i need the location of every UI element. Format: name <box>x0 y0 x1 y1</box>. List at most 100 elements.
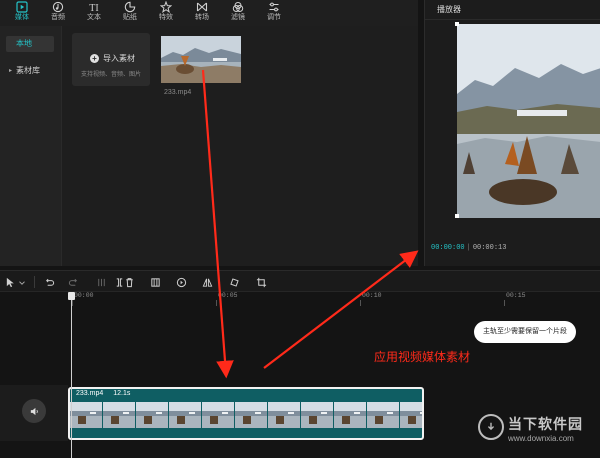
media-thumbnail[interactable] <box>161 36 241 83</box>
tab-audio-label: 音频 <box>51 14 65 21</box>
timeline-toolbar <box>0 270 600 292</box>
resize-handle[interactable] <box>455 22 459 26</box>
media-sidebar: 本地 ▸ 素材库 <box>0 26 62 266</box>
playhead[interactable] <box>71 292 72 458</box>
import-label: 导入素材 <box>103 54 135 63</box>
watermark-title: 当下软件园 <box>508 416 583 432</box>
ruler-label: 00:15 <box>506 292 526 299</box>
clip-frame <box>103 402 135 428</box>
transition-icon <box>195 1 209 13</box>
effects-icon <box>159 1 173 13</box>
import-media-button[interactable]: + 导入素材 支持视频、音频、图片 <box>72 33 150 86</box>
clip-duration: 12.1s <box>113 390 131 397</box>
clip-name: 233.mp4 <box>76 390 104 397</box>
chevron-down-icon <box>19 280 25 285</box>
clip-frame <box>70 402 102 428</box>
tooltip: 主轨至少需要保留一个片段 <box>474 321 576 343</box>
mute-track-button[interactable] <box>22 399 46 423</box>
tab-transition[interactable]: 转场 <box>184 0 220 26</box>
ruler-tick <box>72 300 73 306</box>
clip-frame <box>235 402 267 428</box>
player-panel: 播放器 00:00:00 | 00:00:13 <box>424 0 600 266</box>
top-toolbar: 媒体 音频 TI 文本 贴纸 特效 转场 滤镜 调节 <box>0 0 418 26</box>
current-time: 00:00:00 <box>431 244 465 252</box>
mirror-icon <box>202 278 212 287</box>
clip-meta: 233.mp4 12.1s <box>76 390 130 397</box>
tab-sticker-label: 贴纸 <box>123 14 137 21</box>
tab-audio[interactable]: 音频 <box>40 0 76 26</box>
tab-effects[interactable]: 特效 <box>148 0 184 26</box>
annotation-label: 应用视频媒体素材 <box>374 350 471 364</box>
reverse-icon <box>176 277 186 287</box>
mirror-button[interactable] <box>200 275 214 289</box>
select-tool-button[interactable] <box>3 275 17 289</box>
sidebar-item-label: 本地 <box>16 39 32 48</box>
time-ruler[interactable]: 00:00 00:05 00:10 00:15 <box>62 292 600 306</box>
cursor-icon <box>6 277 14 287</box>
tab-adjust[interactable]: 调节 <box>256 0 292 26</box>
rotate-button[interactable] <box>227 275 241 289</box>
video-preview[interactable] <box>455 22 600 218</box>
tab-media[interactable]: 媒体 <box>4 0 40 26</box>
video-clip[interactable]: 233.mp4 12.1s <box>68 387 424 440</box>
clip-frame <box>202 402 234 428</box>
tab-transition-label: 转场 <box>195 14 209 21</box>
watermark-url: www.downxia.com <box>508 434 574 443</box>
sidebar-item-label: 素材库 <box>16 66 40 75</box>
tab-sticker[interactable]: 贴纸 <box>112 0 148 26</box>
freeze-frame-button[interactable] <box>148 275 162 289</box>
filter-icon <box>231 1 245 13</box>
plus-icon: + <box>90 54 99 63</box>
tab-text-label: 文本 <box>87 14 101 21</box>
rotate-icon <box>229 277 239 287</box>
reverse-button[interactable] <box>174 275 188 289</box>
sidebar-item-library[interactable]: ▸ 素材库 <box>6 63 54 79</box>
redo-button[interactable] <box>66 275 80 289</box>
playhead-handle[interactable] <box>68 292 75 300</box>
media-icon <box>15 1 29 13</box>
crop-button[interactable] <box>254 275 268 289</box>
tab-effects-label: 特效 <box>159 14 173 21</box>
clip-frame <box>400 402 422 428</box>
clip-frame <box>268 402 300 428</box>
svg-text:TI: TI <box>89 3 98 13</box>
watermark: 当下软件园 www.downxia.com <box>478 414 598 450</box>
resize-handle[interactable] <box>455 214 459 218</box>
delete-button[interactable] <box>122 275 136 289</box>
audio-icon <box>51 1 65 13</box>
divider <box>34 276 35 288</box>
ruler-label: 00:00 <box>74 292 94 299</box>
split-left-button[interactable] <box>94 275 108 289</box>
chevron-right-icon: ▸ <box>9 68 13 74</box>
clip-frame <box>334 402 366 428</box>
speaker-icon <box>30 407 38 415</box>
total-time: 00:00:13 <box>472 244 507 252</box>
undo-icon <box>45 278 54 286</box>
sticker-icon <box>123 1 137 13</box>
tab-adjust-label: 调节 <box>267 14 281 21</box>
media-file-name: 233.mp4 <box>164 89 192 96</box>
undo-button[interactable] <box>42 275 56 289</box>
clip-frame <box>367 402 399 428</box>
tab-filter-label: 滤镜 <box>231 14 245 21</box>
text-icon: TI <box>87 1 101 13</box>
ruler-tick <box>360 300 361 306</box>
ruler-tick <box>216 300 217 306</box>
ruler-tick <box>504 300 505 306</box>
clip-frame <box>301 402 333 428</box>
crop-icon <box>256 277 266 287</box>
redo-icon <box>68 278 77 286</box>
sidebar-item-local[interactable]: 本地 <box>6 36 54 52</box>
clip-frames <box>70 402 422 428</box>
clip-frame <box>136 402 168 428</box>
tab-text[interactable]: TI 文本 <box>76 0 112 26</box>
player-timecode: 00:00:00 | 00:00:13 <box>431 244 507 252</box>
import-hint: 支持视频、音频、图片 <box>80 72 141 78</box>
select-tool-dropdown[interactable] <box>17 275 27 289</box>
media-pane: + 导入素材 支持视频、音频、图片 233.mp4 <box>62 26 418 266</box>
tab-filter[interactable]: 滤镜 <box>220 0 256 26</box>
trash-icon <box>125 277 133 287</box>
freeze-frame-icon <box>150 277 160 287</box>
watermark-logo-icon <box>478 414 504 440</box>
player-title: 播放器 <box>425 0 600 20</box>
